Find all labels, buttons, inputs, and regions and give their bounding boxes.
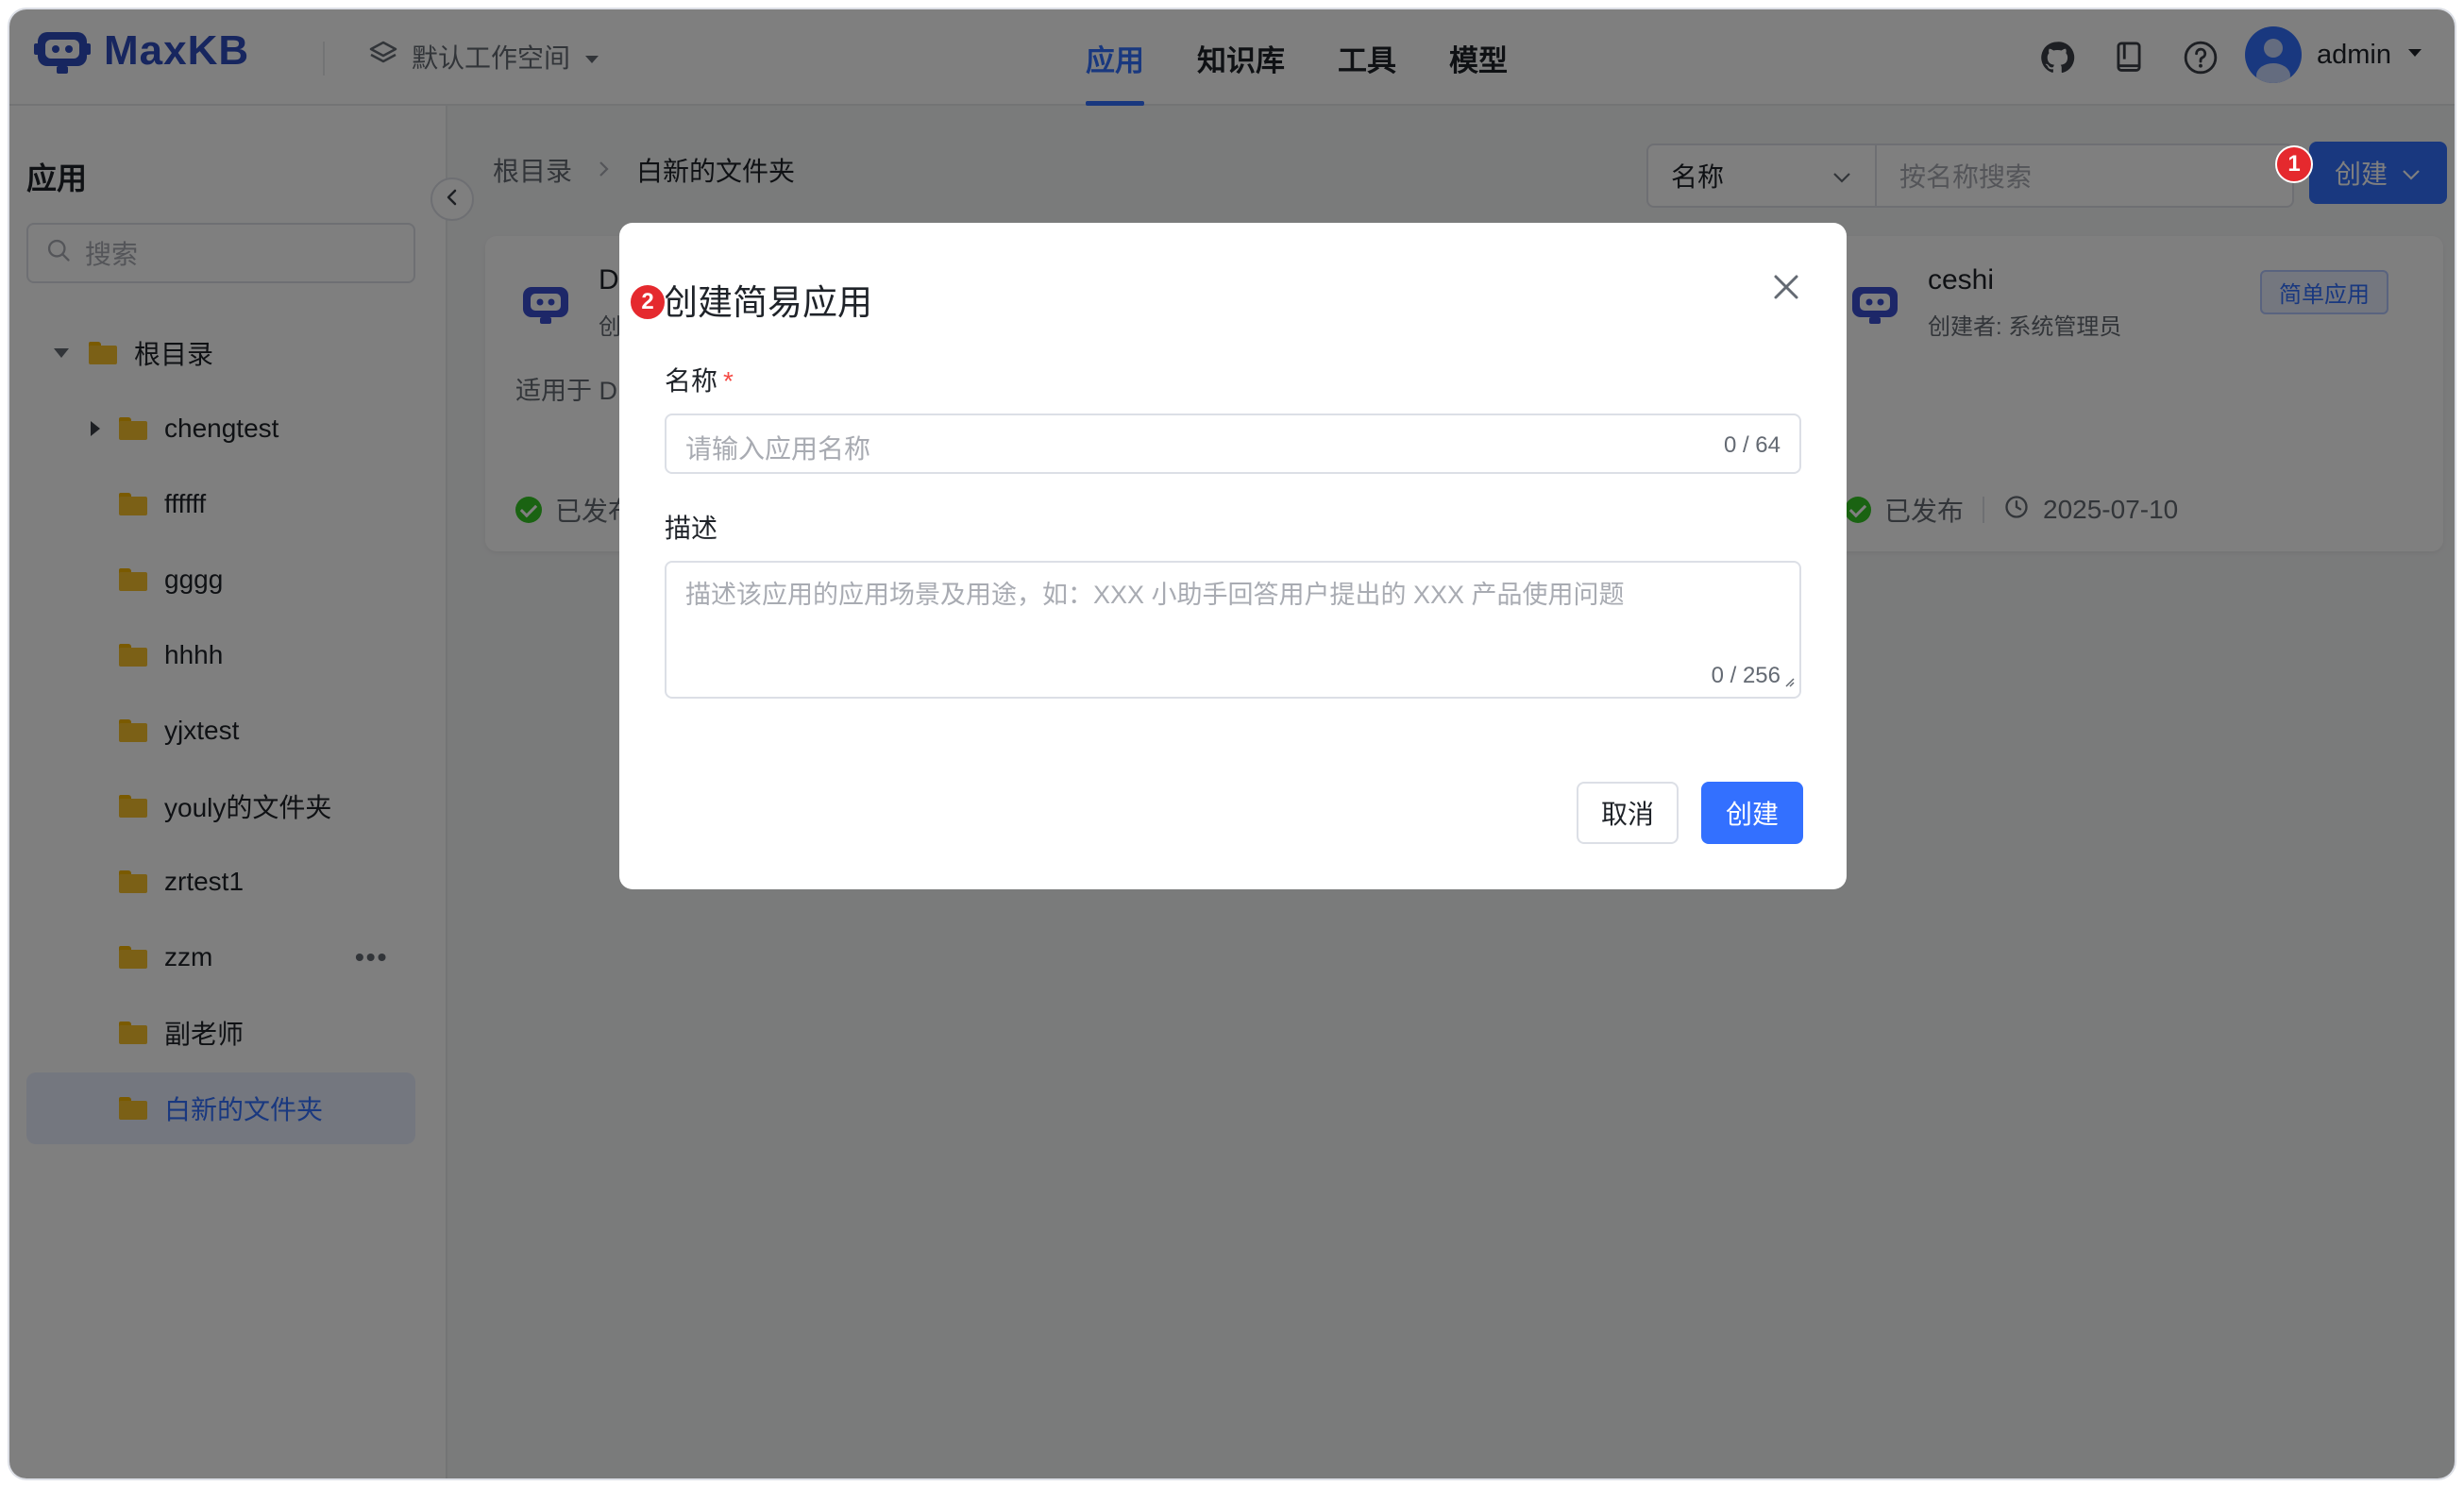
app-window: MaxKB 默认工作空间 应用 知识库 工具 模型	[8, 8, 2456, 1480]
name-label-text: 名称	[665, 366, 718, 396]
app-description-counter: 0 / 256	[1711, 663, 1780, 688]
app-description-placeholder: 描述该应用的应用场景及用途，如：XXX 小助手回答用户提出的 XXX 产品使用问…	[685, 581, 1625, 609]
close-icon[interactable]	[1769, 270, 1803, 304]
resize-handle-icon[interactable]	[1782, 665, 1796, 695]
app-description-textarea[interactable]: 描述该应用的应用场景及用途，如：XXX 小助手回答用户提出的 XXX 产品使用问…	[665, 561, 1801, 699]
required-mark: *	[723, 366, 734, 396]
step-badge-2: 2	[629, 283, 667, 321]
cancel-button[interactable]: 取消	[1577, 782, 1679, 844]
create-app-dialog: 2 创建简易应用 名称 * 请输入应用名称 0 / 64 描述 描述该应用的应用场…	[619, 223, 1847, 889]
create-confirm-button[interactable]: 创建	[1701, 782, 1803, 844]
app-name-counter: 0 / 64	[1723, 432, 1780, 458]
dialog-title: 创建简易应用	[663, 283, 872, 322]
app-name-input[interactable]: 请输入应用名称 0 / 64	[665, 414, 1801, 474]
name-label: 名称 *	[665, 361, 734, 398]
step-badge-1: 1	[2275, 145, 2313, 183]
app-name-placeholder: 请输入应用名称	[685, 434, 871, 464]
desc-label: 描述	[665, 514, 718, 543]
